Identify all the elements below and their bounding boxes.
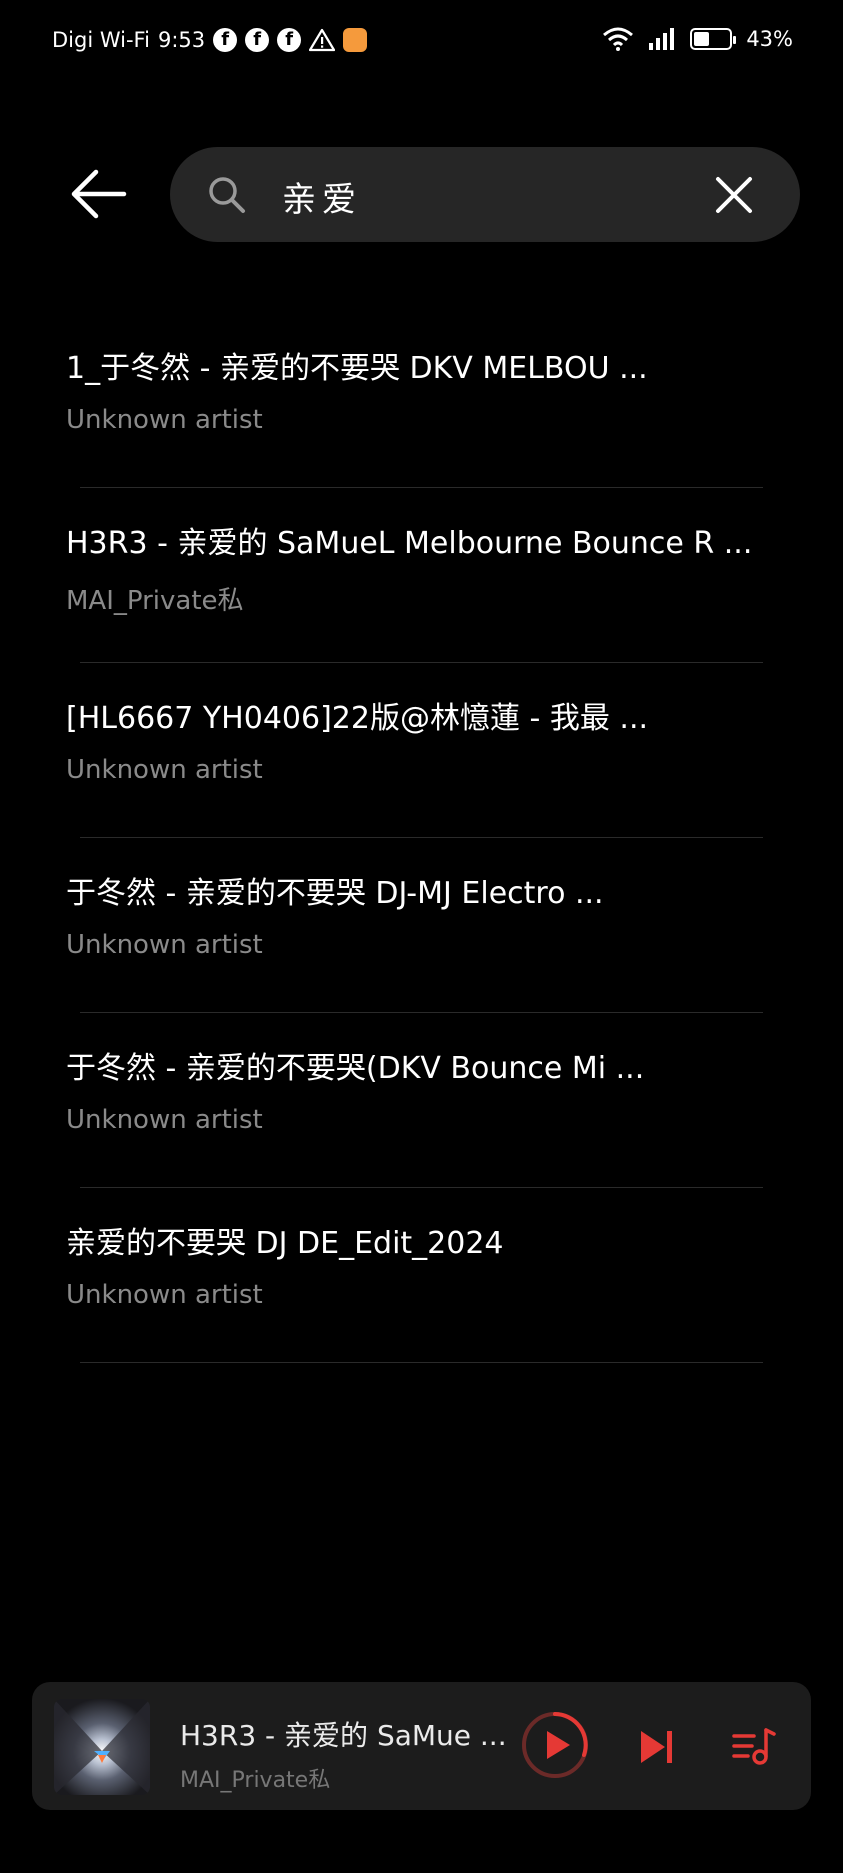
clock: 9:53 [157,28,206,52]
search-results-list: 1_于冬然 - 亲爱的不要哭 DKV MELBOU ... Unknown ar… [0,313,843,1363]
battery-icon [690,28,737,50]
song-title: 亲爱的不要哭 DJ DE_Edit_2024 [66,1226,504,1261]
warning-icon [309,28,336,52]
list-item[interactable]: 于冬然 - 亲爱的不要哭(DKV Bounce Mi ... Unknown a… [0,1013,843,1188]
search-icon [209,177,245,213]
list-item[interactable]: [HL6667 YH0406]22版@林憶蓮 - 我最 ... Unknown … [0,663,843,838]
album-art[interactable] [54,1699,150,1795]
carrier-label: Digi Wi-Fi [52,28,150,52]
status-right: 43% [602,26,793,52]
song-artist: MAI_Private私 [66,586,244,616]
song-title: 1_于冬然 - 亲爱的不要哭 DKV MELBOU ... [66,351,648,386]
back-arrow-icon[interactable] [66,162,130,226]
facebook-icon: f [213,28,238,52]
mini-player[interactable]: H3R3 - 亲爱的 SaMue ... MAI_Private私 [32,1682,811,1810]
play-button[interactable] [520,1710,590,1780]
song-artist: Unknown artist [66,1280,263,1310]
list-item[interactable]: H3R3 - 亲爱的 SaMueL Melbourne Bounce R ...… [0,488,843,663]
facebook-icon: f [245,28,270,52]
now-playing-title: H3R3 - 亲爱的 SaMue ... [180,1719,507,1752]
wifi-icon [603,27,634,51]
signal-icon [649,28,675,50]
status-bar: Digi Wi-Fi 9:53 f f f 43% [0,0,843,84]
app-notification-icon [343,28,368,52]
list-item[interactable]: 亲爱的不要哭 DJ DE_Edit_2024 Unknown artist [0,1188,843,1363]
search-input[interactable] [282,173,702,219]
song-title: 于冬然 - 亲爱的不要哭(DKV Bounce Mi ... [66,1051,645,1086]
song-artist: Unknown artist [66,930,263,960]
divider [80,1362,763,1363]
song-title: 于冬然 - 亲爱的不要哭 DJ-MJ Electro ... [66,876,604,911]
facebook-icon: f [277,28,302,52]
battery-percent: 43% [746,27,793,51]
playlist-queue-icon[interactable] [732,1724,776,1768]
song-artist: Unknown artist [66,755,263,785]
song-title: [HL6667 YH0406]22版@林憶蓮 - 我最 ... [66,701,649,736]
list-item[interactable]: 1_于冬然 - 亲爱的不要哭 DKV MELBOU ... Unknown ar… [0,313,843,488]
next-track-icon[interactable] [637,1727,677,1767]
song-artist: Unknown artist [66,1105,263,1135]
song-artist: Unknown artist [66,405,263,435]
close-icon[interactable] [712,173,756,217]
search-box[interactable] [170,147,800,242]
status-left: Digi Wi-Fi 9:53 f f f [52,28,368,52]
album-art-graphic [54,1699,150,1795]
list-item[interactable]: 于冬然 - 亲爱的不要哭 DJ-MJ Electro ... Unknown a… [0,838,843,1013]
song-title: H3R3 - 亲爱的 SaMueL Melbourne Bounce R ... [66,526,753,561]
now-playing-artist: MAI_Private私 [180,1768,331,1793]
